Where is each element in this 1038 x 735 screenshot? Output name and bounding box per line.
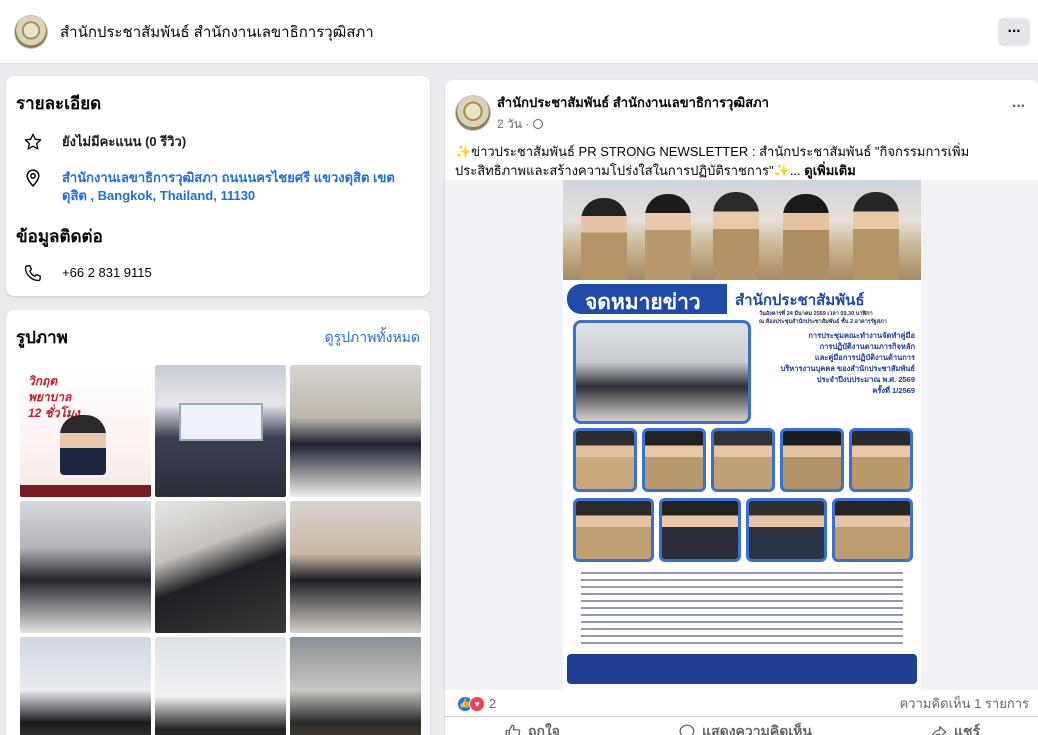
portrait-photo [659, 498, 741, 562]
like-button[interactable]: ถูกใจ [504, 721, 560, 735]
post-actions: ถูกใจ แสดงความคิดเห็น แชร์ [445, 716, 1038, 735]
photo-caption: วิกฤตพยาบาล 12 ชั่วโมง [28, 374, 80, 420]
projection-screen [179, 403, 263, 441]
post-timestamp[interactable]: 2 วัน · [497, 115, 769, 134]
share-button[interactable]: แชร์ [930, 721, 980, 735]
details-heading: รายละเอียด [16, 94, 102, 113]
portrait-photo [573, 498, 655, 562]
newsletter-body-text [581, 572, 903, 648]
globe-icon [532, 119, 543, 129]
address-link[interactable]: สำนักงานเลขาธิการวุฒิสภา ถนนนครไชยศรี แข… [62, 167, 412, 205]
photo-thumbnail[interactable] [20, 637, 151, 735]
newsletter-org: สำนักประชาสัมพันธ์ [735, 292, 865, 309]
see-all-photos-link[interactable]: ดูรูปภาพทั้งหมด [325, 327, 420, 349]
page-title[interactable]: สำนักประชาสัมพันธ์ สำนักงานเลขาธิการวุฒิ… [60, 20, 374, 44]
comment-label: แสดงความคิดเห็น [702, 722, 812, 735]
see-more-link[interactable]: ดูเพิ่มเติม [804, 163, 855, 178]
post-body: ✨ข่าวประชาสัมพันธ์ PR STRONG NEWSLETTER … [455, 144, 970, 178]
newsletter-headline-line: ครั้งที่ 1/2569 [872, 386, 915, 395]
person-figure [60, 415, 106, 475]
rating-row: ยังไม่มีคะแนน (0 รีวิว) [16, 131, 420, 153]
portrait-row [573, 428, 913, 492]
photo-thumbnail[interactable] [155, 365, 286, 497]
post-card: สำนักประชาสัมพันธ์ สำนักงานเลขาธิการวุฒิ… [445, 80, 1038, 735]
photo-thumbnail[interactable] [155, 637, 286, 735]
post-author-avatar[interactable] [455, 95, 491, 131]
portrait-photo [849, 428, 913, 492]
comment-button[interactable]: แสดงความคิดเห็น [678, 721, 812, 735]
address-row: สำนักงานเลขาธิการวุฒิสภา ถนนนครไชยศรี แข… [16, 167, 420, 205]
location-pin-icon [22, 167, 44, 189]
photo-grid: วิกฤตพยาบาล 12 ชั่วโมง [20, 365, 421, 735]
newsletter-image: จดหมายข่าว สำนักประชาสัมพันธ์ วันอังคารท… [563, 180, 921, 690]
phone-icon [22, 262, 44, 284]
newsletter-headline-line: การประชุมคณะทำงานจัดทำคู่มือ [808, 331, 915, 340]
page-avatar[interactable] [14, 14, 48, 49]
portrait-photo [831, 498, 913, 562]
star-icon [22, 131, 44, 153]
reaction-summary[interactable]: 👍 ♥ 2 [457, 695, 497, 712]
phone-row: +66 2 831 9115 [16, 262, 420, 284]
portrait-photo [573, 428, 637, 492]
newsletter-headline-line: และคู่มือการปฏิบัติงานด้านการ [814, 353, 915, 362]
portrait-photo [780, 428, 844, 492]
newsletter-banner-text: จดหมายข่าว [585, 291, 701, 314]
newsletter-headline-line: ประจำปีงบประมาณ พ.ศ. 2569 [816, 375, 915, 384]
newsletter-headline: การประชุมคณะทำงานจัดทำคู่มือ การปฏิบัติง… [753, 330, 916, 396]
love-reaction-icon: ♥ [469, 695, 485, 712]
person-figure [783, 194, 829, 280]
post-text: ✨ข่าวประชาสัมพันธ์ PR STRONG NEWSLETTER … [445, 134, 1038, 180]
photo-thumbnail[interactable] [290, 501, 421, 633]
newsletter-meeting-line2: ณ ห้องประชุมสำนักประชาสัมพันธ์ ชั้น 2 อา… [759, 319, 887, 325]
person-figure [645, 194, 691, 280]
photos-heading: รูปภาพ [16, 328, 68, 347]
photo-thumbnail[interactable] [290, 365, 421, 497]
post-options-button[interactable]: ··· [1012, 98, 1026, 116]
person-figure [581, 198, 627, 280]
reaction-count: 2 [489, 696, 497, 711]
like-label: ถูกใจ [528, 722, 561, 735]
photos-card: รูปภาพ ดูรูปภาพทั้งหมด วิกฤตพยาบาล 12 ชั… [6, 310, 430, 735]
contact-heading: ข้อมูลติดต่อ [16, 227, 103, 246]
page-header: สำนักประชาสัมพันธ์ สำนักงานเลขาธิการวุฒิ… [0, 0, 1038, 64]
post-author-name[interactable]: สำนักประชาสัมพันธ์ สำนักงานเลขาธิการวุฒิ… [497, 92, 769, 113]
photo-footer-bar [20, 485, 151, 497]
details-card: รายละเอียด ยังไม่มีคะแนน (0 รีวิว) สำนัก… [6, 76, 430, 296]
newsletter-footer-bar [567, 654, 917, 684]
photo-thumbnail[interactable] [155, 501, 286, 633]
portrait-photo [711, 428, 775, 492]
photo-thumbnail[interactable] [290, 637, 421, 735]
post-image[interactable]: จดหมายข่าว สำนักประชาสัมพันธ์ วันอังคารท… [445, 180, 1038, 690]
comment-count[interactable]: ความคิดเห็น 1 รายการ [900, 693, 1029, 714]
phone-number[interactable]: +66 2 831 9115 [62, 262, 152, 282]
newsletter-header-photo [563, 180, 921, 280]
newsletter-headline-line: การปฏิบัติงานตามภารกิจหลัก [819, 342, 915, 351]
share-icon [932, 725, 947, 735]
share-label: แชร์ [953, 722, 980, 735]
post-time-text: 2 วัน · [497, 117, 533, 131]
rating-text: ยังไม่มีคะแนน (0 รีวิว) [62, 134, 187, 149]
newsletter-meeting-photo [573, 320, 751, 424]
person-figure [713, 192, 759, 280]
photo-thumbnail[interactable] [20, 501, 151, 633]
person-figure [853, 192, 899, 280]
newsletter-meeting-line1: วันอังคารที่ 24 มีนาคม 2569 เวลา 09.30 น… [759, 311, 873, 317]
newsletter-headline-line: บริหารงานบุคคล ของสำนักประชาสัมพันธ์ [780, 364, 916, 373]
comment-icon [679, 724, 695, 735]
photo-thumbnail[interactable]: วิกฤตพยาบาล 12 ชั่วโมง [20, 365, 151, 497]
portrait-row [573, 498, 913, 562]
portrait-photo [642, 428, 706, 492]
thumbs-up-icon [505, 724, 521, 735]
reactions-bar: 👍 ♥ 2 ความคิดเห็น 1 รายการ [457, 693, 1029, 714]
portrait-photo [745, 498, 827, 562]
more-options-button[interactable]: ··· [998, 18, 1030, 46]
